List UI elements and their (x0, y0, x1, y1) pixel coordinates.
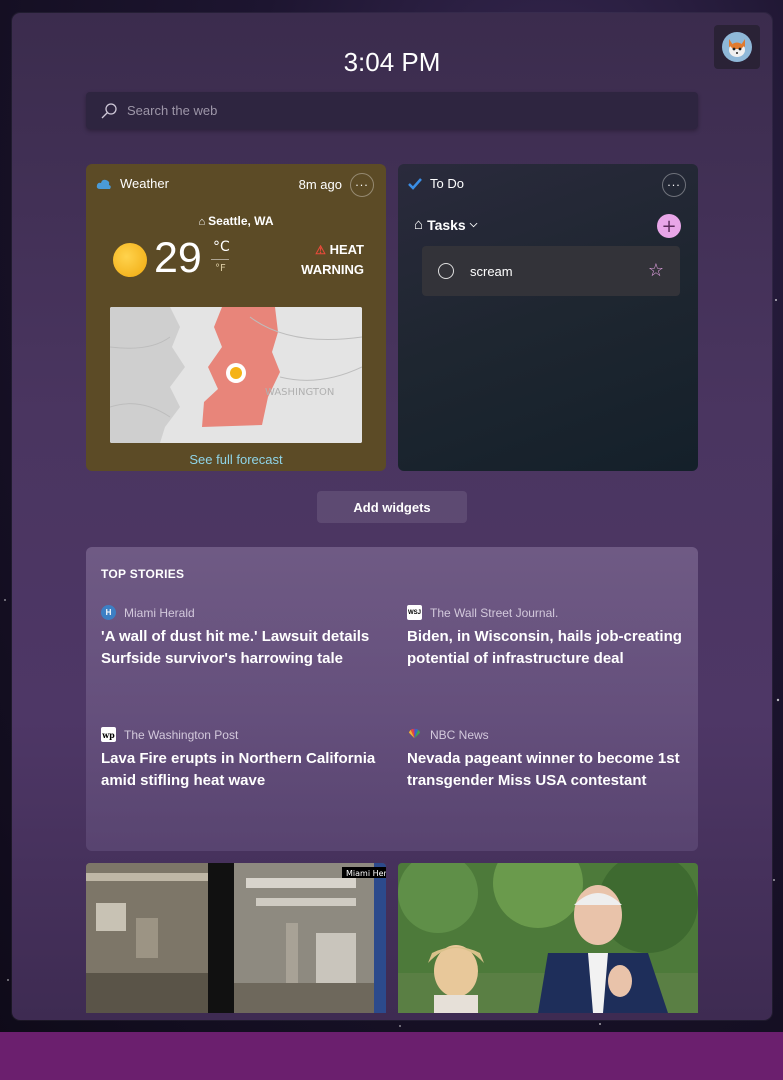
todo-header: To Do (408, 176, 464, 191)
task-text: scream (470, 264, 513, 279)
task-list-name: Tasks (427, 216, 466, 233)
location-label: Seattle, WA (208, 214, 274, 228)
story-headline: 'A wall of dust hit me.' Lawsuit details… (101, 628, 370, 667)
web-search-bar[interactable] (86, 92, 698, 129)
weather-map[interactable]: WASHINGTON (110, 307, 362, 443)
home-icon: ⌂ (198, 216, 206, 228)
image-watermark: Miami Hera (346, 869, 386, 878)
weather-widget[interactable]: Weather 8m ago ··· ⌂ Seattle, WA 29 °C °F… (86, 164, 386, 471)
source-name: Miami Herald (124, 605, 195, 620)
top-stories-heading: TOP STORIES (101, 567, 185, 581)
weather-header: Weather (96, 176, 169, 191)
story-item[interactable]: wp The Washington Post Lava Fire erupts … (101, 727, 391, 792)
nbc-peacock-logo-icon (408, 728, 421, 739)
warning-icon: ⚠ (315, 243, 326, 257)
temperature: 29 (154, 234, 202, 282)
widgets-panel: 3:04 PM Weather 8m ago ··· (12, 13, 772, 1020)
task-complete-checkbox[interactable] (438, 263, 454, 279)
story-source: WSJ The Wall Street Journal. (407, 605, 697, 620)
todo-more-options-button[interactable]: ··· (662, 173, 686, 197)
alert-line1: HEAT (329, 242, 364, 257)
outdoor-photo-image (398, 863, 698, 1013)
story-item[interactable]: H Miami Herald 'A wall of dust hit me.' … (101, 605, 391, 670)
news-image-card[interactable]: Miami Hera (86, 863, 386, 1013)
task-list-selector[interactable]: ⌂ Tasks ⌵ (414, 216, 477, 233)
cloud-icon (96, 179, 111, 189)
story-headline: Nevada pageant winner to become 1st tran… (407, 750, 680, 789)
unit-divider (211, 259, 229, 260)
story-headline: Biden, in Wisconsin, hails job-creating … (407, 628, 682, 667)
search-input[interactable] (127, 103, 667, 118)
map-graphic: WASHINGTON (110, 307, 362, 443)
taskbar (0, 1032, 783, 1080)
todo-title: To Do (430, 176, 464, 191)
story-item[interactable]: NBC News Nevada pageant winner to become… (407, 727, 697, 792)
story-item[interactable]: WSJ The Wall Street Journal. Biden, in W… (407, 605, 697, 670)
star-icon[interactable]: ☆ (648, 260, 664, 281)
source-name: NBC News (430, 727, 489, 742)
home-icon: ⌂ (414, 216, 424, 233)
heat-warning-alert[interactable]: ⚠ HEAT WARNING (301, 240, 364, 280)
clock: 3:04 PM (343, 47, 441, 77)
alert-line2: WARNING (301, 262, 364, 277)
weather-location: ⌂ Seattle, WA (86, 214, 386, 228)
chevron-down-icon: ⌵ (469, 219, 478, 230)
story-source: wp The Washington Post (101, 727, 391, 742)
see-full-forecast-link[interactable]: See full forecast (86, 452, 386, 467)
wsj-logo-icon: WSJ (407, 605, 422, 620)
sunny-icon (113, 243, 147, 277)
task-item[interactable]: scream ☆ (422, 246, 680, 296)
profile-avatar-button[interactable] (714, 25, 760, 69)
weather-title: Weather (120, 176, 169, 191)
checkmark-icon (408, 177, 422, 190)
story-source: NBC News (407, 727, 697, 742)
weather-updated-time: 8m ago (298, 177, 342, 192)
washington-post-logo-icon: wp (101, 727, 116, 742)
top-stories-card: TOP STORIES H Miami Herald 'A wall of du… (86, 547, 698, 851)
story-headline: Lava Fire erupts in Northern California … (101, 750, 376, 789)
add-task-button[interactable]: + (657, 214, 681, 238)
news-image-card[interactable] (398, 863, 698, 1013)
story-source: H Miami Herald (101, 605, 391, 620)
celsius-toggle[interactable]: °C (213, 239, 230, 255)
source-name: The Wall Street Journal. (430, 605, 559, 620)
source-name: The Washington Post (124, 727, 239, 742)
miami-herald-logo-icon: H (101, 605, 116, 620)
add-widgets-button[interactable]: Add widgets (317, 491, 467, 523)
search-icon (101, 102, 117, 118)
map-region-label: WASHINGTON (265, 387, 334, 398)
fox-avatar-icon (722, 32, 752, 62)
weather-more-options-button[interactable]: ··· (350, 173, 374, 197)
todo-widget[interactable]: To Do ··· ⌂ Tasks ⌵ + scream ☆ (398, 164, 698, 471)
fahrenheit-toggle[interactable]: °F (215, 263, 226, 274)
basement-pipes-image: Miami Hera (86, 863, 386, 1013)
